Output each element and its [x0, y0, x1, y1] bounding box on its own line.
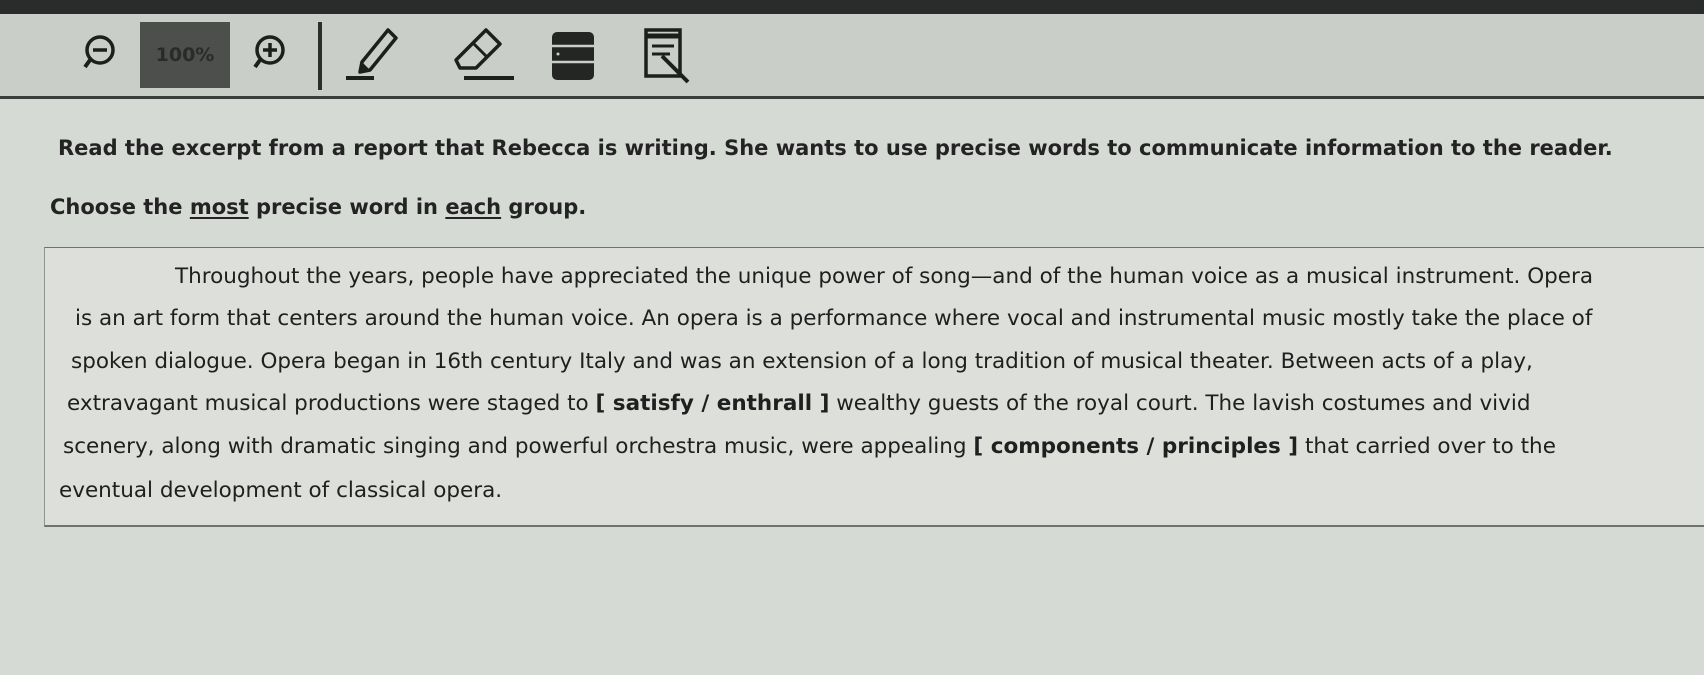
passage-line: scenery, along with dramatic singing and… [63, 434, 1556, 459]
eraser-icon [454, 28, 514, 80]
passage-text: extravagant musical productions were sta… [67, 391, 596, 416]
choice-group-2-close: ] [1280, 434, 1299, 459]
choice-principles[interactable]: principles [1162, 434, 1281, 459]
passage-line: eventual development of classical opera. [59, 478, 503, 503]
question-content: Read the excerpt from a report that Rebe… [0, 99, 1704, 675]
passage-box: Throughout the years, people have apprec… [44, 247, 1704, 527]
choice-separator: / [1139, 434, 1162, 459]
passage-text: scenery, along with dramatic singing and… [63, 434, 974, 459]
directions-text: Choose the most precise word in each gro… [50, 195, 586, 219]
choice-satisfy[interactable]: satisfy [613, 391, 694, 416]
instruction-text: Read the excerpt from a report that Rebe… [58, 136, 1613, 160]
pen-icon [346, 28, 398, 80]
screen-bezel [0, 0, 1704, 14]
toolbar-divider [318, 22, 322, 90]
passage-line: extravagant musical productions were sta… [67, 391, 1531, 416]
emphasis-most: most [189, 195, 249, 219]
emphasis-each: each [445, 195, 502, 219]
passage-text: wealthy guests of the royal court. The l… [829, 391, 1531, 416]
choice-group-2-open: [ [973, 434, 991, 459]
passage-line: is an art form that centers around the h… [75, 306, 1593, 331]
highlighter-button[interactable] [344, 24, 400, 86]
notepad-button[interactable] [548, 28, 598, 84]
zoom-in-button[interactable] [248, 30, 292, 74]
choice-components[interactable]: components [991, 434, 1139, 459]
choice-separator: / [693, 391, 717, 416]
zoom-level-display: 100% [140, 22, 230, 88]
passage-line: spoken dialogue. Opera began in 16th cen… [71, 349, 1533, 374]
choice-group-1-open: [ [595, 391, 613, 416]
reference-sheet-button[interactable] [640, 26, 700, 86]
zoom-out-button[interactable] [78, 30, 122, 74]
zoom-in-icon [253, 35, 285, 69]
directions-part: precise word in [248, 195, 446, 219]
reference-icon [644, 28, 690, 84]
choice-group-1-close: ] [812, 391, 830, 416]
directions-part: group. [501, 195, 587, 219]
eraser-button[interactable] [450, 24, 518, 86]
notes-icon [552, 32, 594, 80]
directions-part: Choose the [50, 195, 190, 219]
zoom-out-icon [83, 35, 115, 69]
passage-text: that carried over to the [1298, 434, 1556, 459]
passage-line: Throughout the years, people have apprec… [175, 264, 1594, 289]
choice-enthrall[interactable]: enthrall [717, 391, 812, 416]
toolbar: 100% [0, 14, 1704, 99]
